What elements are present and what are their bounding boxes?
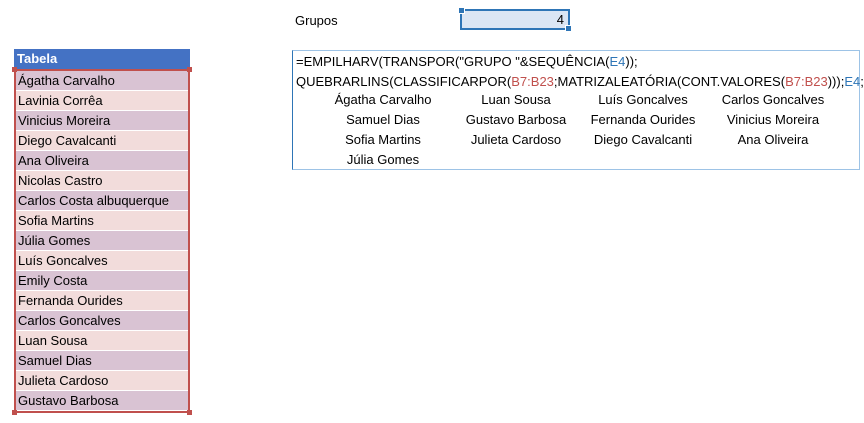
table-row[interactable]: Samuel Dias xyxy=(16,351,188,371)
formula-reference: E4 xyxy=(609,54,626,69)
table-row[interactable]: Gustavo Barbosa xyxy=(16,391,188,411)
range-corner-handle[interactable] xyxy=(187,410,192,415)
result-cell[interactable]: Júlia Gomes xyxy=(318,150,448,170)
range-corner-handle[interactable] xyxy=(12,410,17,415)
result-cell[interactable]: Vinicius Moreira xyxy=(708,110,838,130)
grupos-value: 4 xyxy=(556,12,564,27)
table-row[interactable]: Luan Sousa xyxy=(16,331,188,351)
result-cell[interactable]: Ana Oliveira xyxy=(708,130,838,150)
result-cell[interactable]: Luan Sousa xyxy=(451,90,581,110)
tabela-header[interactable]: Tabela xyxy=(14,49,190,69)
table-row[interactable]: Carlos Goncalves xyxy=(16,311,188,331)
cell-selection-handle-bottom-right[interactable] xyxy=(565,25,572,32)
formula-text: ;MATRIZALEATÓRIA(CONT.VALORES( xyxy=(553,74,786,89)
table-row[interactable]: Vinicius Moreira xyxy=(16,111,188,131)
result-cell[interactable]: Luís Goncalves xyxy=(578,90,708,110)
result-cell[interactable]: Sofia Martins xyxy=(318,130,448,150)
table-row[interactable]: Carlos Costa albuquerque xyxy=(16,191,188,211)
tabela-body: Ágatha Carvalho Lavinia Corrêa Vinicius … xyxy=(12,67,192,415)
formula-text: ;"")) xyxy=(860,74,864,89)
formula-text: )); xyxy=(625,54,638,69)
table-row[interactable]: Ágatha Carvalho xyxy=(16,71,188,91)
result-cell[interactable]: Ágatha Carvalho xyxy=(318,90,448,110)
result-cell[interactable]: Samuel Dias xyxy=(318,110,448,130)
formula-reference: B7:B23 xyxy=(785,74,828,89)
table-row[interactable]: Julieta Cardoso xyxy=(16,371,188,391)
formula-line-2: QUEBRARLINS(CLASSIFICARPOR(B7:B23;MATRIZ… xyxy=(296,72,864,92)
table-row[interactable]: Júlia Gomes xyxy=(16,231,188,251)
result-cell[interactable]: Fernanda Ourides xyxy=(578,110,708,130)
table-row[interactable]: Fernanda Ourides xyxy=(16,291,188,311)
table-row[interactable]: Lavinia Corrêa xyxy=(16,91,188,111)
grupos-value-cell[interactable]: 4 xyxy=(458,7,572,32)
table-row[interactable]: Nicolas Castro xyxy=(16,171,188,191)
table-row[interactable]: Luís Goncalves xyxy=(16,251,188,271)
tabela-table: Tabela Ágatha Carvalho Lavinia Corrêa Vi… xyxy=(12,49,192,415)
table-row[interactable]: Emily Costa xyxy=(16,271,188,291)
grupos-label: Grupos xyxy=(295,13,338,28)
formula-text: ))); xyxy=(827,74,845,89)
result-cell[interactable]: Gustavo Barbosa xyxy=(451,110,581,130)
result-cell[interactable]: Diego Cavalcanti xyxy=(578,130,708,150)
formula-line-1: =EMPILHARV(TRANSPOR("GRUPO "&SEQUÊNCIA(E… xyxy=(296,52,638,72)
range-corner-handle[interactable] xyxy=(12,67,17,72)
table-row[interactable]: Sofia Martins xyxy=(16,211,188,231)
formula-text: =EMPILHARV(TRANSPOR("GRUPO "&SEQUÊNCIA( xyxy=(296,54,610,69)
cell-selection-handle-top-left[interactable] xyxy=(458,7,465,14)
table-row[interactable]: Diego Cavalcanti xyxy=(16,131,188,151)
result-cell[interactable]: Julieta Cardoso xyxy=(451,130,581,150)
result-cell[interactable]: Carlos Goncalves xyxy=(708,90,838,110)
table-row[interactable]: Ana Oliveira xyxy=(16,151,188,171)
formula-reference: B7:B23 xyxy=(511,74,554,89)
formula-text: QUEBRARLINS(CLASSIFICARPOR( xyxy=(296,74,512,89)
formula-reference: E4 xyxy=(844,74,861,89)
range-corner-handle[interactable] xyxy=(187,67,192,72)
